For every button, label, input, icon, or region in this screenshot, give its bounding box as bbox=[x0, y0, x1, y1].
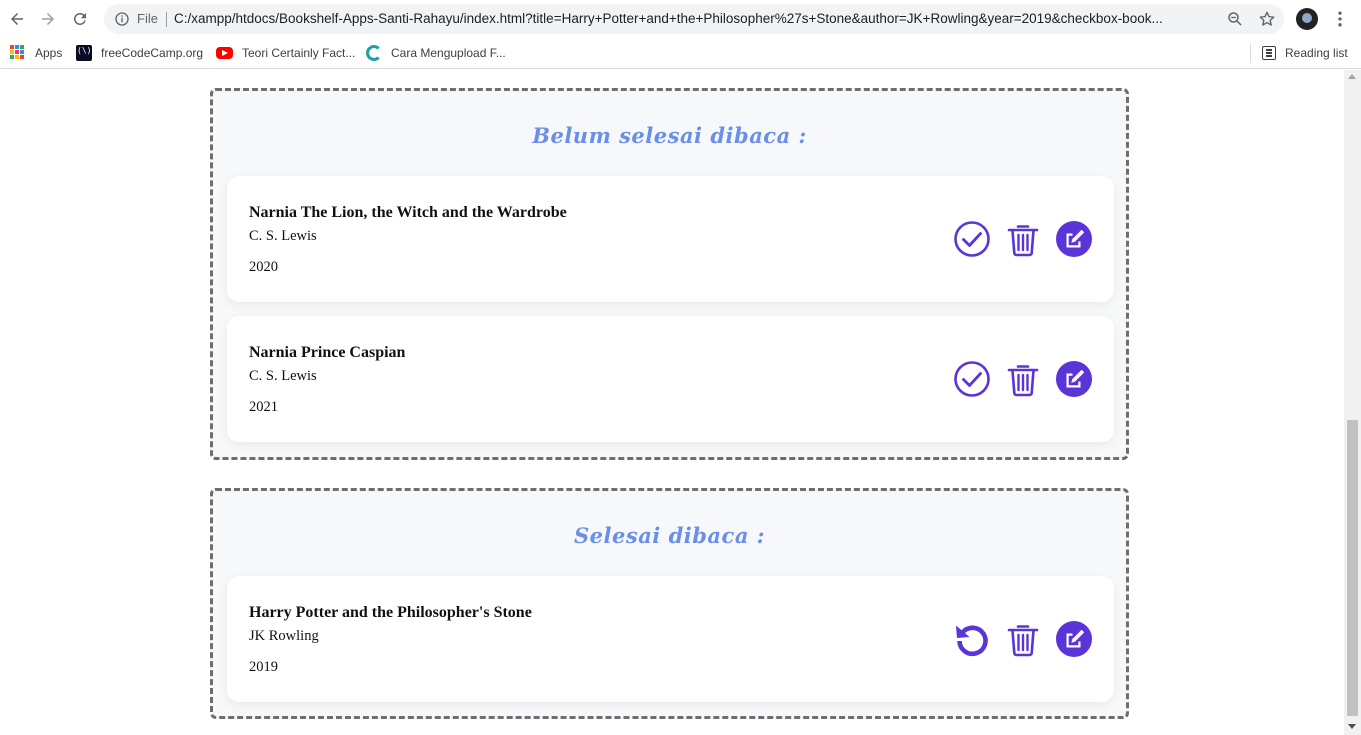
undo-icon bbox=[956, 625, 988, 657]
bookmark-youtube[interactable]: Teori Certainly Fact... bbox=[216, 44, 355, 62]
book-title: Harry Potter and the Philosopher's Stone bbox=[249, 604, 532, 621]
profile-avatar[interactable] bbox=[1296, 8, 1318, 30]
bookmark-star-icon[interactable] bbox=[1258, 10, 1276, 28]
bookmark-label: Apps bbox=[35, 46, 63, 60]
book-card: Harry Potter and the Philosopher's Stone… bbox=[227, 576, 1114, 702]
delete-button[interactable] bbox=[1004, 220, 1042, 258]
site-icon bbox=[366, 45, 382, 61]
trash-icon bbox=[1007, 365, 1039, 397]
edit-button[interactable] bbox=[1055, 620, 1093, 658]
scroll-down-icon[interactable] bbox=[1348, 724, 1356, 729]
book-author: JK Rowling bbox=[249, 628, 319, 644]
reading-list-button[interactable]: Reading list bbox=[1262, 44, 1348, 62]
edit-icon bbox=[1056, 221, 1092, 257]
check-circle-icon bbox=[954, 361, 990, 397]
bookmark-label: freeCodeCamp.org bbox=[101, 46, 204, 60]
delete-button[interactable] bbox=[1004, 360, 1042, 398]
mark-finished-button[interactable] bbox=[953, 360, 991, 398]
bookmark-label: Teori Certainly Fact... bbox=[242, 46, 356, 60]
back-icon[interactable] bbox=[6, 8, 28, 30]
url-text[interactable]: C:/xampp/htdocs/Bookshelf-Apps-Santi-Rah… bbox=[174, 11, 1219, 26]
more-menu-icon[interactable] bbox=[1330, 9, 1350, 29]
vertical-scrollbar[interactable] bbox=[1344, 70, 1361, 735]
reading-list-icon bbox=[1262, 46, 1276, 60]
edit-icon bbox=[1056, 361, 1092, 397]
book-year: 2021 bbox=[249, 399, 278, 415]
scroll-up-icon[interactable] bbox=[1348, 74, 1356, 79]
scroll-thumb[interactable] bbox=[1347, 420, 1358, 716]
bookmark-label: Cara Mengupload F... bbox=[391, 46, 506, 60]
youtube-icon bbox=[216, 47, 233, 59]
bookmarks-divider bbox=[1250, 44, 1251, 63]
unfinished-shelf-title: Belum selesai dibaca : bbox=[532, 123, 807, 148]
reading-list-label: Reading list bbox=[1285, 46, 1348, 60]
bookmark-freecodecamp[interactable]: freeCodeCamp.org bbox=[76, 44, 203, 62]
info-icon[interactable] bbox=[114, 11, 130, 27]
finished-shelf: Selesai dibaca : Harry Potter and the Ph… bbox=[210, 488, 1129, 719]
forward-icon[interactable] bbox=[37, 8, 59, 30]
unfinished-shelf: Belum selesai dibaca : Narnia The Lion, … bbox=[210, 88, 1129, 460]
finished-shelf-title: Selesai dibaca : bbox=[574, 523, 765, 548]
bookmarks-bar: Apps freeCodeCamp.org Teori Certainly Fa… bbox=[0, 38, 1361, 69]
zoom-icon[interactable] bbox=[1226, 10, 1244, 28]
freecodecamp-icon bbox=[76, 45, 92, 61]
book-author: C. S. Lewis bbox=[249, 368, 317, 384]
book-author: C. S. Lewis bbox=[249, 228, 317, 244]
trash-icon bbox=[1007, 225, 1039, 257]
trash-icon bbox=[1007, 625, 1039, 657]
edit-button[interactable] bbox=[1055, 220, 1093, 258]
edit-icon bbox=[1056, 621, 1092, 657]
bookmark-cara[interactable]: Cara Mengupload F... bbox=[366, 44, 506, 62]
check-circle-icon bbox=[954, 221, 990, 257]
mark-finished-button[interactable] bbox=[953, 220, 991, 258]
book-title: Narnia The Lion, the Witch and the Wardr… bbox=[249, 204, 567, 221]
book-title: Narnia Prince Caspian bbox=[249, 344, 406, 361]
book-year: 2020 bbox=[249, 259, 278, 275]
reload-icon[interactable] bbox=[69, 8, 91, 30]
undo-button[interactable] bbox=[953, 620, 991, 658]
file-label: File bbox=[137, 11, 158, 26]
bookmark-apps[interactable]: Apps bbox=[10, 44, 62, 62]
book-card: Narnia Prince Caspian C. S. Lewis 2021 bbox=[227, 316, 1114, 442]
edit-button[interactable] bbox=[1055, 360, 1093, 398]
apps-grid-icon bbox=[10, 45, 26, 61]
delete-button[interactable] bbox=[1004, 620, 1042, 658]
book-card: Narnia The Lion, the Witch and the Wardr… bbox=[227, 176, 1114, 302]
page-content: Belum selesai dibaca : Narnia The Lion, … bbox=[0, 70, 1344, 735]
address-bar[interactable]: File C:/xampp/htdocs/Bookshelf-Apps-Sant… bbox=[104, 4, 1284, 34]
book-year: 2019 bbox=[249, 659, 278, 675]
omnibox-divider bbox=[166, 12, 167, 27]
browser-toolbar: File C:/xampp/htdocs/Bookshelf-Apps-Sant… bbox=[0, 0, 1361, 38]
